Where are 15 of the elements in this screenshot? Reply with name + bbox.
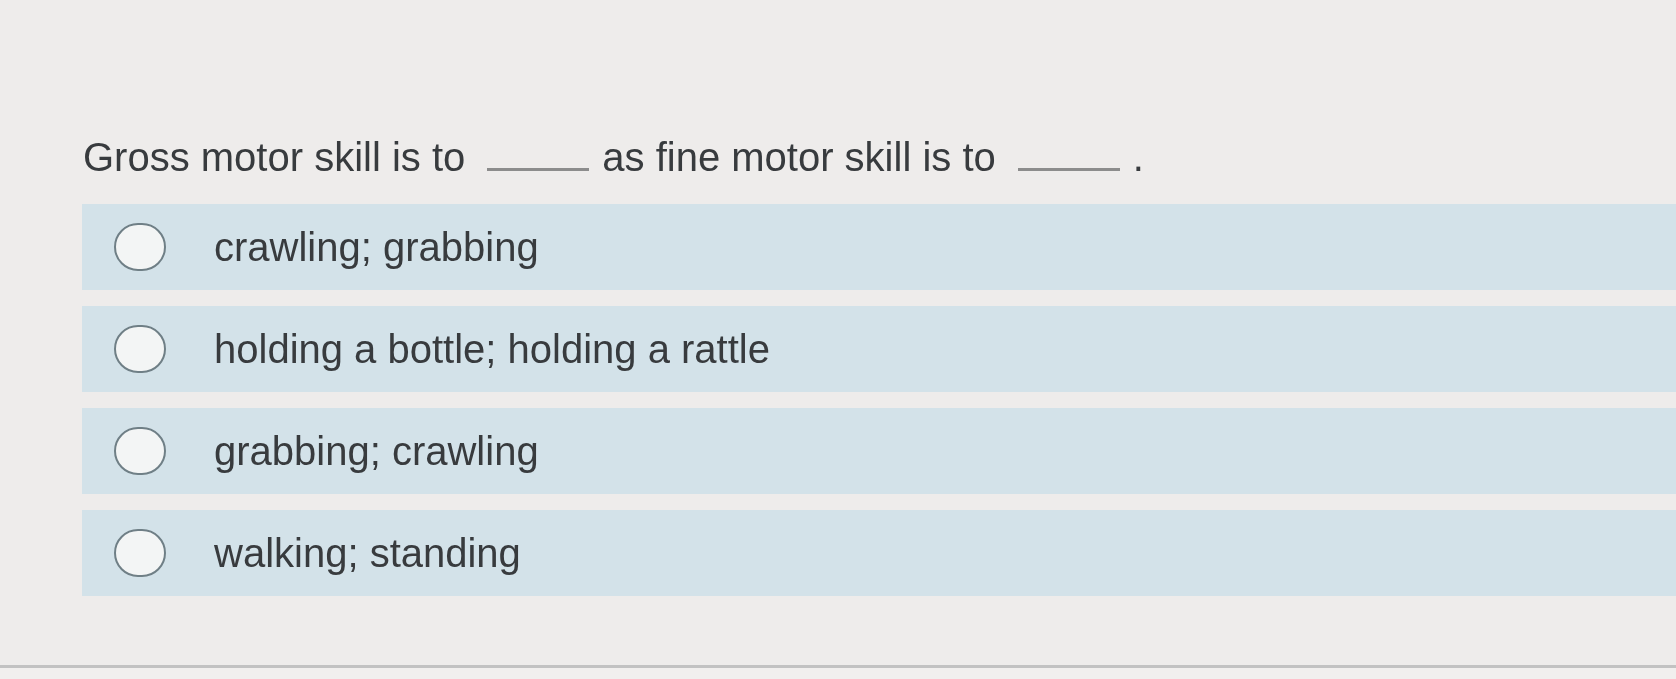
answer-option[interactable]: crawling; grabbing (82, 204, 1676, 290)
answer-text: walking; standing (214, 530, 521, 577)
radio-button[interactable] (114, 529, 166, 577)
question-text: Gross motor skill is to (83, 134, 466, 181)
radio-button[interactable] (114, 325, 166, 373)
answer-text: holding a bottle; holding a rattle (214, 326, 770, 373)
answer-option[interactable]: walking; standing (82, 510, 1676, 596)
answer-text: grabbing; crawling (214, 428, 539, 475)
question-text: . (1132, 134, 1144, 181)
radio-button[interactable] (114, 223, 166, 271)
answer-text: crawling; grabbing (214, 224, 539, 271)
answer-option[interactable]: holding a bottle; holding a rattle (82, 306, 1676, 392)
radio-button[interactable] (114, 427, 166, 475)
question-text: as fine motor skill is to (602, 134, 996, 181)
answer-option[interactable]: grabbing; crawling (82, 408, 1676, 494)
